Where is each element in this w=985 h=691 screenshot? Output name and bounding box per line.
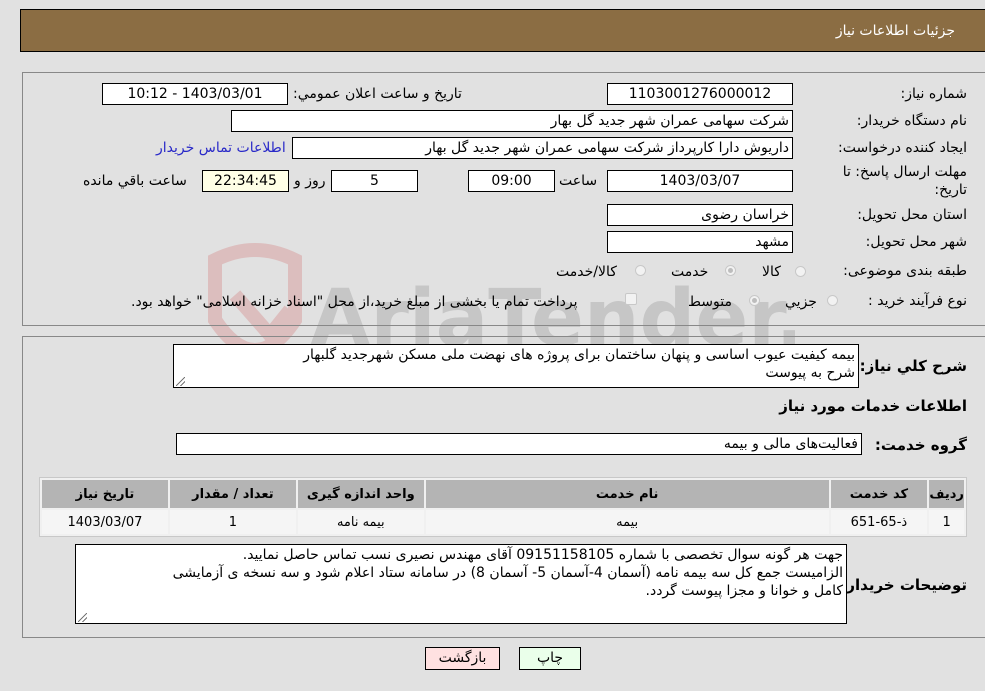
requester-label: ایجاد کننده درخواست: [838,140,967,156]
service-group-label: گروه خدمت: [874,436,967,454]
treasury-note: پرداخت تمام یا بخشی از مبلغ خرید،از محل … [131,294,578,310]
buyer-notes-line-2: الزامیست جمع کل سه بیمه نامه (آسمان 4-آس… [172,565,843,581]
services-table: ردیف کد خدمت نام خدمت واحد اندازه گیری ت… [39,477,967,537]
buyer-notes-line-3: کامل و خوانا و مجزا پیوست گردد. [645,583,843,599]
table-header-row: ردیف کد خدمت نام خدمت واحد اندازه گیری ت… [42,480,964,508]
deadline-label-line2: تاریخ: [934,182,967,198]
col-service-name: نام خدمت [425,480,829,508]
remaining-time-label: ساعت باقي مانده [83,173,187,189]
category-radio-goods[interactable] [795,266,806,277]
cell-unit: بیمه نامه [297,510,424,534]
summary-textarea[interactable]: بیمه کیفیت عیوب اساسی و پنهان ساختمان بر… [173,344,859,388]
announce-datetime-field: 1403/03/01 - 10:12 [102,83,288,105]
page-title: جزئیات اطلاعات نیاز [835,23,955,39]
summary-line-2: شرح به پیوست [765,365,855,381]
category-label: طبقه بندی موضوعی: [843,263,967,279]
buyer-org-field: شرکت سهامی عمران شهر جدید گل بهار [231,110,793,132]
category-option-goods-service: کالا/خدمت [556,264,617,280]
province-field: خراسان رضوی [607,204,793,226]
buyer-notes-line-1: جهت هر گونه سوال تخصصی با شماره 09151158… [242,547,843,563]
purchase-radio-medium[interactable] [749,295,760,306]
purchase-radio-minor[interactable] [827,295,838,306]
purchase-option-medium: متوسط [688,294,732,310]
category-radio-goods-service[interactable] [635,265,646,276]
service-group-field: فعالیت‌های مالی و بیمه [176,433,862,455]
col-unit: واحد اندازه گیری [297,480,424,508]
need-number-field: 1103001276000012 [607,83,793,105]
cell-row-number: 1 [929,510,964,534]
deadline-days-field: 5 [331,170,418,192]
buyer-org-label: نام دستگاه خریدار: [856,113,967,129]
announce-datetime-label: تاریخ و ساعت اعلان عمومي: [293,86,462,102]
requester-field: داریوش دارا کارپرداز شرکت سهامی عمران شه… [292,137,793,159]
resize-handle-icon[interactable] [176,377,185,386]
purchase-option-minor: جزیي [785,294,817,310]
city-label: شهر محل تحویل: [865,234,967,250]
buyer-notes-textarea[interactable]: جهت هر گونه سوال تخصصی با شماره 09151158… [75,544,847,624]
province-label: استان محل تحویل: [857,207,967,223]
category-option-goods: کالا [762,264,781,280]
category-option-service: خدمت [671,264,709,280]
deadline-label-line1: مهلت ارسال پاسخ: تا [842,164,967,180]
col-row-number: ردیف [929,480,964,508]
table-row: 1 ذ-65-651 بیمه بیمه نامه 1 1403/03/07 [42,510,964,534]
purchase-type-label: نوع فرآیند خرید : [868,293,967,309]
services-heading: اطلاعات خدمات مورد نیاز [779,397,967,415]
resize-handle-icon[interactable] [78,613,87,622]
cell-service-name: بیمه [425,510,829,534]
cell-quantity: 1 [169,510,296,534]
back-button[interactable]: بازگشت [425,647,500,670]
cell-service-code: ذ-65-651 [830,510,928,534]
deadline-date-field: 1403/03/07 [607,170,793,192]
cell-need-date: 1403/03/07 [42,510,168,534]
deadline-days-label: روز و [294,173,326,189]
print-button[interactable]: چاپ [519,647,581,670]
col-need-date: تاریخ نیاز [42,480,168,508]
treasury-checkbox[interactable] [625,293,637,305]
deadline-time-field: 09:00 [468,170,555,192]
summary-line-1: بیمه کیفیت عیوب اساسی و پنهان ساختمان بر… [303,347,855,363]
col-service-code: کد خدمت [830,480,928,508]
category-radio-service[interactable] [725,265,736,276]
col-quantity: تعداد / مقدار [169,480,296,508]
buyer-notes-label: توضیحات خریدار: [840,576,967,594]
remaining-time-field: 22:34:45 [202,170,289,192]
summary-label: شرح کلي نیاز: [859,357,967,375]
deadline-time-label: ساعت [559,173,598,189]
buyer-contact-link[interactable]: اطلاعات تماس خریدار [156,140,286,156]
city-field: مشهد [607,231,793,253]
need-number-label: شماره نیاز: [900,86,968,102]
